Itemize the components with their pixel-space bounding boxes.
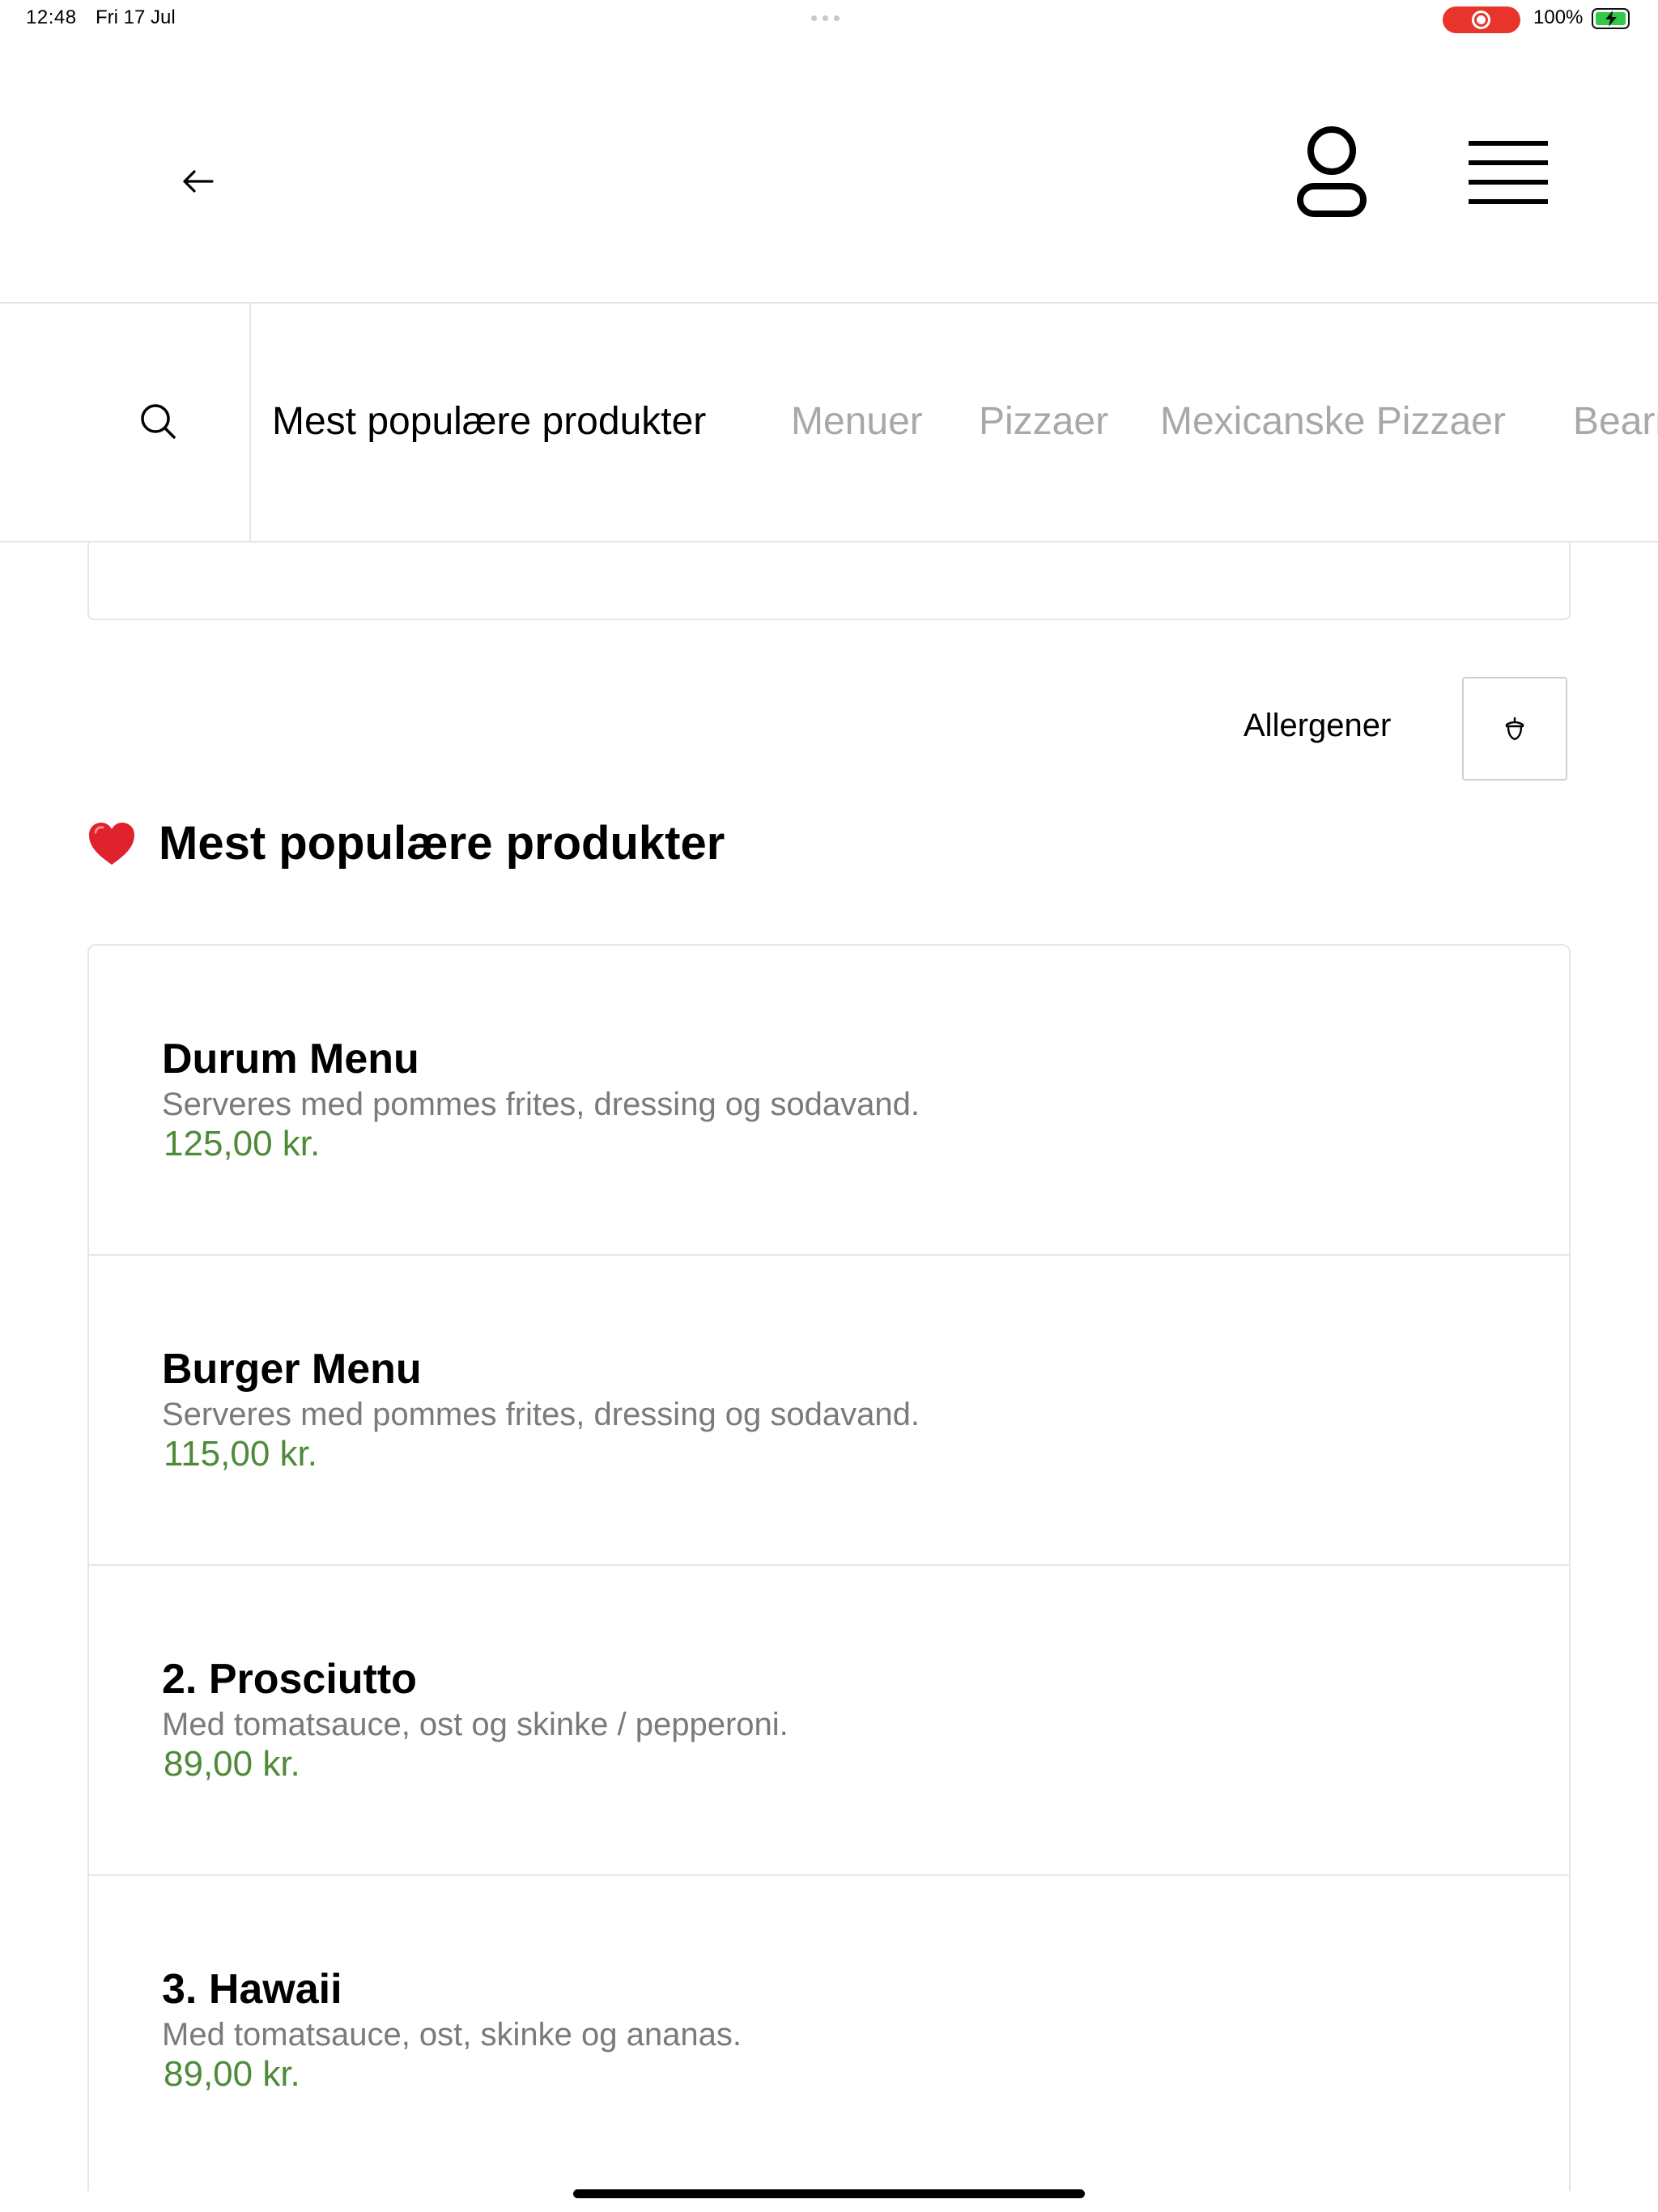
status-bar: 12:48 Fri 17 Jul 100% — [0, 0, 1658, 40]
user-icon — [1297, 126, 1367, 217]
product-name: 3. Hawaii — [162, 1966, 342, 2013]
product-description: Serveres med pommes frites, dressing og … — [162, 1397, 920, 1432]
product-price: 125,00 kr. — [164, 1124, 321, 1163]
tab-mest-populaere[interactable]: Mest populære produkter — [272, 399, 706, 444]
heart-icon — [89, 822, 134, 865]
product-item[interactable]: Burger Menu Serveres med pommes frites, … — [89, 1256, 1569, 1566]
allergen-label: Allergener — [1244, 708, 1392, 743]
tab-pizzaer[interactable]: Pizzaer — [979, 399, 1108, 444]
back-button[interactable] — [168, 152, 227, 211]
product-list: Durum Menu Serveres med pommes frites, d… — [87, 944, 1571, 2191]
tab-bearnaise-pizzaer[interactable]: Bearnaise Pizzaer — [1573, 399, 1658, 444]
search-icon — [141, 404, 176, 439]
screen-recording-icon[interactable] — [1443, 6, 1520, 33]
product-name: Durum Menu — [162, 1036, 419, 1083]
multitasking-dots-icon[interactable] — [811, 15, 840, 21]
product-description: Med tomatsauce, ost, skinke og ananas. — [162, 2017, 742, 2052]
product-item[interactable]: 2. Prosciutto Med tomatsauce, ost og ski… — [89, 1566, 1569, 1876]
hamburger-menu-icon — [1469, 141, 1548, 204]
product-price: 89,00 kr. — [164, 2054, 300, 2094]
category-bar: Mest populære produkter Menuer Pizzaer M… — [0, 304, 1658, 542]
product-description: Med tomatsauce, ost og skinke / pepperon… — [162, 1707, 789, 1742]
account-button[interactable] — [1287, 120, 1376, 220]
allergen-filter-button[interactable] — [1462, 677, 1567, 781]
product-price: 115,00 kr. — [164, 1434, 317, 1474]
status-date: Fri 17 Jul — [96, 6, 176, 28]
acorn-icon — [1505, 717, 1524, 741]
home-indicator[interactable] — [573, 2189, 1085, 2198]
tab-menuer[interactable]: Menuer — [791, 399, 923, 444]
app-header — [0, 40, 1658, 304]
battery-nub — [1592, 8, 1630, 29]
product-name: 2. Prosciutto — [162, 1656, 417, 1703]
tab-mexicanske-pizzaer[interactable]: Mexicanske Pizzaer — [1160, 399, 1506, 444]
product-item[interactable]: 3. Hawaii Med tomatsauce, ost, skinke og… — [89, 1876, 1569, 2186]
product-name: Burger Menu — [162, 1346, 422, 1393]
menu-button[interactable] — [1465, 136, 1553, 211]
product-price: 89,00 kr. — [164, 1744, 300, 1784]
product-description: Serveres med pommes frites, dressing og … — [162, 1087, 920, 1122]
status-time: 12:48 — [26, 6, 77, 28]
page: 12:48 Fri 17 Jul 100% Mest populære prod… — [0, 0, 1658, 2212]
product-item[interactable]: Durum Menu Serveres med pommes frites, d… — [89, 946, 1569, 1256]
arrow-left-icon — [183, 170, 214, 193]
section-header: Mest populære produkter — [87, 816, 725, 870]
search-button[interactable] — [0, 304, 251, 541]
battery-percent: 100% — [1533, 6, 1584, 28]
section-title: Mest populære produkter — [159, 817, 725, 870]
